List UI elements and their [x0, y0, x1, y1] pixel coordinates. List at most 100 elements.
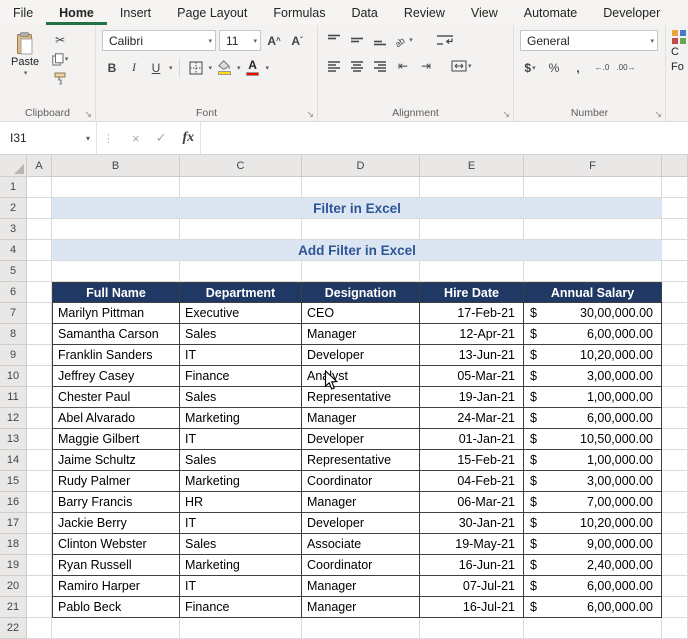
comma-style-button[interactable]: , [568, 58, 588, 77]
cell-E20[interactable]: 07-Jul-21 [420, 576, 524, 597]
italic-button[interactable]: I [124, 58, 144, 77]
row-header-8[interactable]: 8 [0, 324, 27, 345]
cell-D16[interactable]: Manager [302, 492, 420, 513]
increase-decimal-button[interactable]: ←.0 [592, 58, 612, 77]
tab-page-layout[interactable]: Page Layout [164, 0, 260, 25]
cell-A9[interactable] [27, 345, 52, 366]
bold-button[interactable]: B [102, 58, 122, 77]
cell-C5[interactable] [180, 261, 302, 282]
merge-center-button[interactable]: ▾ [451, 56, 472, 75]
cell-F21[interactable]: $6,00,000.00 [524, 597, 662, 618]
cell-D12[interactable]: Manager [302, 408, 420, 429]
tab-data[interactable]: Data [338, 0, 390, 25]
increase-indent-button[interactable]: ⇥ [416, 56, 436, 75]
tab-automate[interactable]: Automate [511, 0, 591, 25]
cell-A21[interactable] [27, 597, 52, 618]
cell-F20[interactable]: $6,00,000.00 [524, 576, 662, 597]
cell-F3[interactable] [524, 219, 662, 240]
fill-color-button[interactable] [214, 58, 234, 77]
cell-C20[interactable]: IT [180, 576, 302, 597]
cell-C13[interactable]: IT [180, 429, 302, 450]
row-header-3[interactable]: 3 [0, 219, 27, 240]
cell-A10[interactable] [27, 366, 52, 387]
cell-E14[interactable]: 15-Feb-21 [420, 450, 524, 471]
cell-D19[interactable]: Coordinator [302, 555, 420, 576]
row-header-13[interactable]: 13 [0, 429, 27, 450]
cell-F18[interactable]: $9,00,000.00 [524, 534, 662, 555]
cell-G7[interactable] [662, 303, 688, 324]
cell-G22[interactable] [662, 618, 688, 639]
cell-G21[interactable] [662, 597, 688, 618]
cell-F8[interactable]: $6,00,000.00 [524, 324, 662, 345]
cell-G13[interactable] [662, 429, 688, 450]
cell-F14[interactable]: $1,00,000.00 [524, 450, 662, 471]
accounting-format-button[interactable]: $ ▾ [520, 58, 540, 77]
row-header-20[interactable]: 20 [0, 576, 27, 597]
cell-A16[interactable] [27, 492, 52, 513]
select-all-corner[interactable] [0, 155, 27, 177]
cell-A2[interactable] [27, 198, 52, 219]
cell-F1[interactable] [524, 177, 662, 198]
cell-F17[interactable]: $10,20,000.00 [524, 513, 662, 534]
row-header-11[interactable]: 11 [0, 387, 27, 408]
tab-review[interactable]: Review [391, 0, 458, 25]
cell-A14[interactable] [27, 450, 52, 471]
font-size-select[interactable]: 11 ▾ [219, 30, 261, 51]
tab-insert[interactable]: Insert [107, 0, 164, 25]
decrease-font-size-button[interactable]: Aˇ [287, 31, 307, 50]
cell-C12[interactable]: Marketing [180, 408, 302, 429]
cell-E1[interactable] [420, 177, 524, 198]
row-header-18[interactable]: 18 [0, 534, 27, 555]
cell-G5[interactable] [662, 261, 688, 282]
align-bottom-button[interactable] [370, 30, 390, 49]
tab-view[interactable]: View [458, 0, 511, 25]
number-format-select[interactable]: General ▾ [520, 30, 658, 51]
cell-G18[interactable] [662, 534, 688, 555]
copy-button[interactable]: ▾ [50, 51, 70, 67]
align-right-button[interactable] [370, 56, 390, 75]
percent-style-button[interactable]: % [544, 58, 564, 77]
cell-F9[interactable]: $10,20,000.00 [524, 345, 662, 366]
decrease-decimal-button[interactable]: .00→ [616, 58, 636, 77]
cell-G9[interactable] [662, 345, 688, 366]
cell-B10[interactable]: Jeffrey Casey [52, 366, 180, 387]
cell-C3[interactable] [180, 219, 302, 240]
cell-F13[interactable]: $10,50,000.00 [524, 429, 662, 450]
font-color-button[interactable]: A [243, 58, 263, 77]
row-header-1[interactable]: 1 [0, 177, 27, 198]
cell-B1[interactable] [52, 177, 180, 198]
cell-E7[interactable]: 17-Feb-21 [420, 303, 524, 324]
row-header-21[interactable]: 21 [0, 597, 27, 618]
cell-E10[interactable]: 05-Mar-21 [420, 366, 524, 387]
cell-B11[interactable]: Chester Paul [52, 387, 180, 408]
cell-E18[interactable]: 19-May-21 [420, 534, 524, 555]
table-header-full-name[interactable]: Full Name [52, 282, 180, 303]
chevron-down-icon[interactable]: ▾ [237, 64, 241, 72]
cell-D8[interactable]: Manager [302, 324, 420, 345]
cell-D9[interactable]: Developer [302, 345, 420, 366]
cell-D18[interactable]: Associate [302, 534, 420, 555]
name-box[interactable]: I31 ▾ [0, 122, 97, 154]
cell-C18[interactable]: Sales [180, 534, 302, 555]
cell-A3[interactable] [27, 219, 52, 240]
cell-E12[interactable]: 24-Mar-21 [420, 408, 524, 429]
enter-button[interactable]: ✓ [156, 130, 167, 146]
align-left-button[interactable] [324, 56, 344, 75]
table-header-designation[interactable]: Designation [302, 282, 420, 303]
cell-F22[interactable] [524, 618, 662, 639]
tab-file[interactable]: File [0, 0, 46, 25]
cell-C15[interactable]: Marketing [180, 471, 302, 492]
cell-A17[interactable] [27, 513, 52, 534]
cell-E15[interactable]: 04-Feb-21 [420, 471, 524, 492]
cell-C19[interactable]: Marketing [180, 555, 302, 576]
align-middle-button[interactable] [347, 30, 367, 49]
cell-G20[interactable] [662, 576, 688, 597]
cell-G3[interactable] [662, 219, 688, 240]
cell-D17[interactable]: Developer [302, 513, 420, 534]
cell-E22[interactable] [420, 618, 524, 639]
col-header-E[interactable]: E [420, 155, 524, 177]
row-header-6[interactable]: 6 [0, 282, 27, 303]
cell-D3[interactable] [302, 219, 420, 240]
title-cell-row4[interactable]: Add Filter in Excel [52, 240, 662, 261]
cell-G1[interactable] [662, 177, 688, 198]
